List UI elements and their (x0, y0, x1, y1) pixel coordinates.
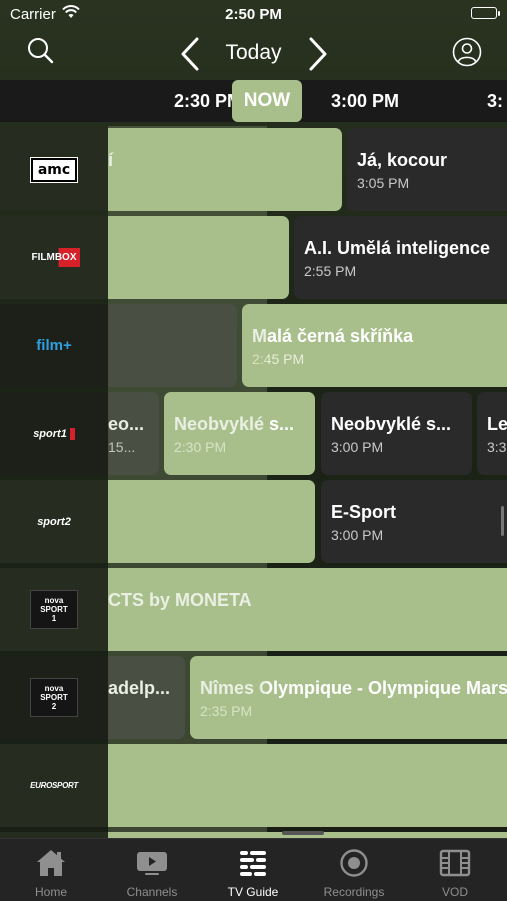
tab-vod[interactable]: VOD (405, 839, 505, 901)
channel-logo-sport2[interactable]: sport2 (0, 480, 108, 563)
status-bar: Carrier 2:50 PM (0, 0, 507, 28)
scroll-handle (282, 831, 324, 835)
channel-logo-nova-sport-2[interactable]: nova SPORT 2 (0, 656, 108, 739)
now-button[interactable]: NOW (232, 80, 302, 122)
tv-guide-icon (240, 851, 266, 876)
battery-icon (471, 7, 500, 19)
channel-logo-sport1[interactable]: sport1 (0, 392, 108, 475)
program-card[interactable]: Le 3:3 (477, 392, 507, 475)
channel-logo-filmplus[interactable]: film+ (0, 304, 108, 387)
home-icon (37, 850, 65, 876)
channel-logo-nova-sport-1[interactable]: nova SPORT 1 (0, 568, 108, 651)
program-card[interactable]: Já, kocour 3:05 PM (347, 128, 507, 211)
channel-logo-column: amc FILMBOX film+ sport1 sport2 nova SPO… (0, 126, 108, 838)
program-card[interactable]: Neobvyklé s... 3:00 PM (321, 392, 472, 475)
guide-header: Today (0, 28, 507, 78)
program-card[interactable]: Neobvyklé s... 2:30 PM (164, 392, 315, 475)
channel-logo-amc[interactable]: amc (0, 128, 108, 211)
tab-home[interactable]: Home (1, 839, 101, 901)
profile-icon[interactable] (452, 37, 482, 72)
vod-icon (439, 849, 471, 877)
recordings-icon (340, 849, 368, 877)
day-label: Today (225, 41, 282, 64)
program-card[interactable]: E-Sport 3:00 PM (321, 480, 507, 563)
next-day-button[interactable] (306, 36, 330, 77)
time-tick: 3:00 PM (331, 91, 400, 111)
program-grid[interactable]: í Já, kocour 3:05 PM A.I. Umělá intelige… (0, 126, 507, 838)
clock: 2:50 PM (225, 6, 282, 23)
program-card[interactable]: Malá černá skříňka 2:45 PM (242, 304, 507, 387)
tab-channels[interactable]: Channels (102, 839, 202, 901)
tab-tv-guide[interactable]: TV Guide (203, 839, 303, 901)
program-card[interactable]: Nîmes Olympique - Olympique Mars 2:35 PM (190, 656, 507, 739)
scroll-indicator[interactable] (501, 506, 504, 536)
channel-logo-eurosport[interactable]: EUROSPORT (0, 744, 108, 827)
channels-icon (137, 852, 167, 875)
tab-bar: Home Channels TV Guide Recordings VOD (0, 838, 507, 901)
tab-recordings[interactable]: Recordings (304, 839, 404, 901)
time-tick: 3: (487, 91, 504, 111)
program-card[interactable]: A.I. Umělá inteligence 2:55 PM (294, 216, 507, 299)
channel-logo-filmbox[interactable]: FILMBOX (0, 216, 108, 299)
